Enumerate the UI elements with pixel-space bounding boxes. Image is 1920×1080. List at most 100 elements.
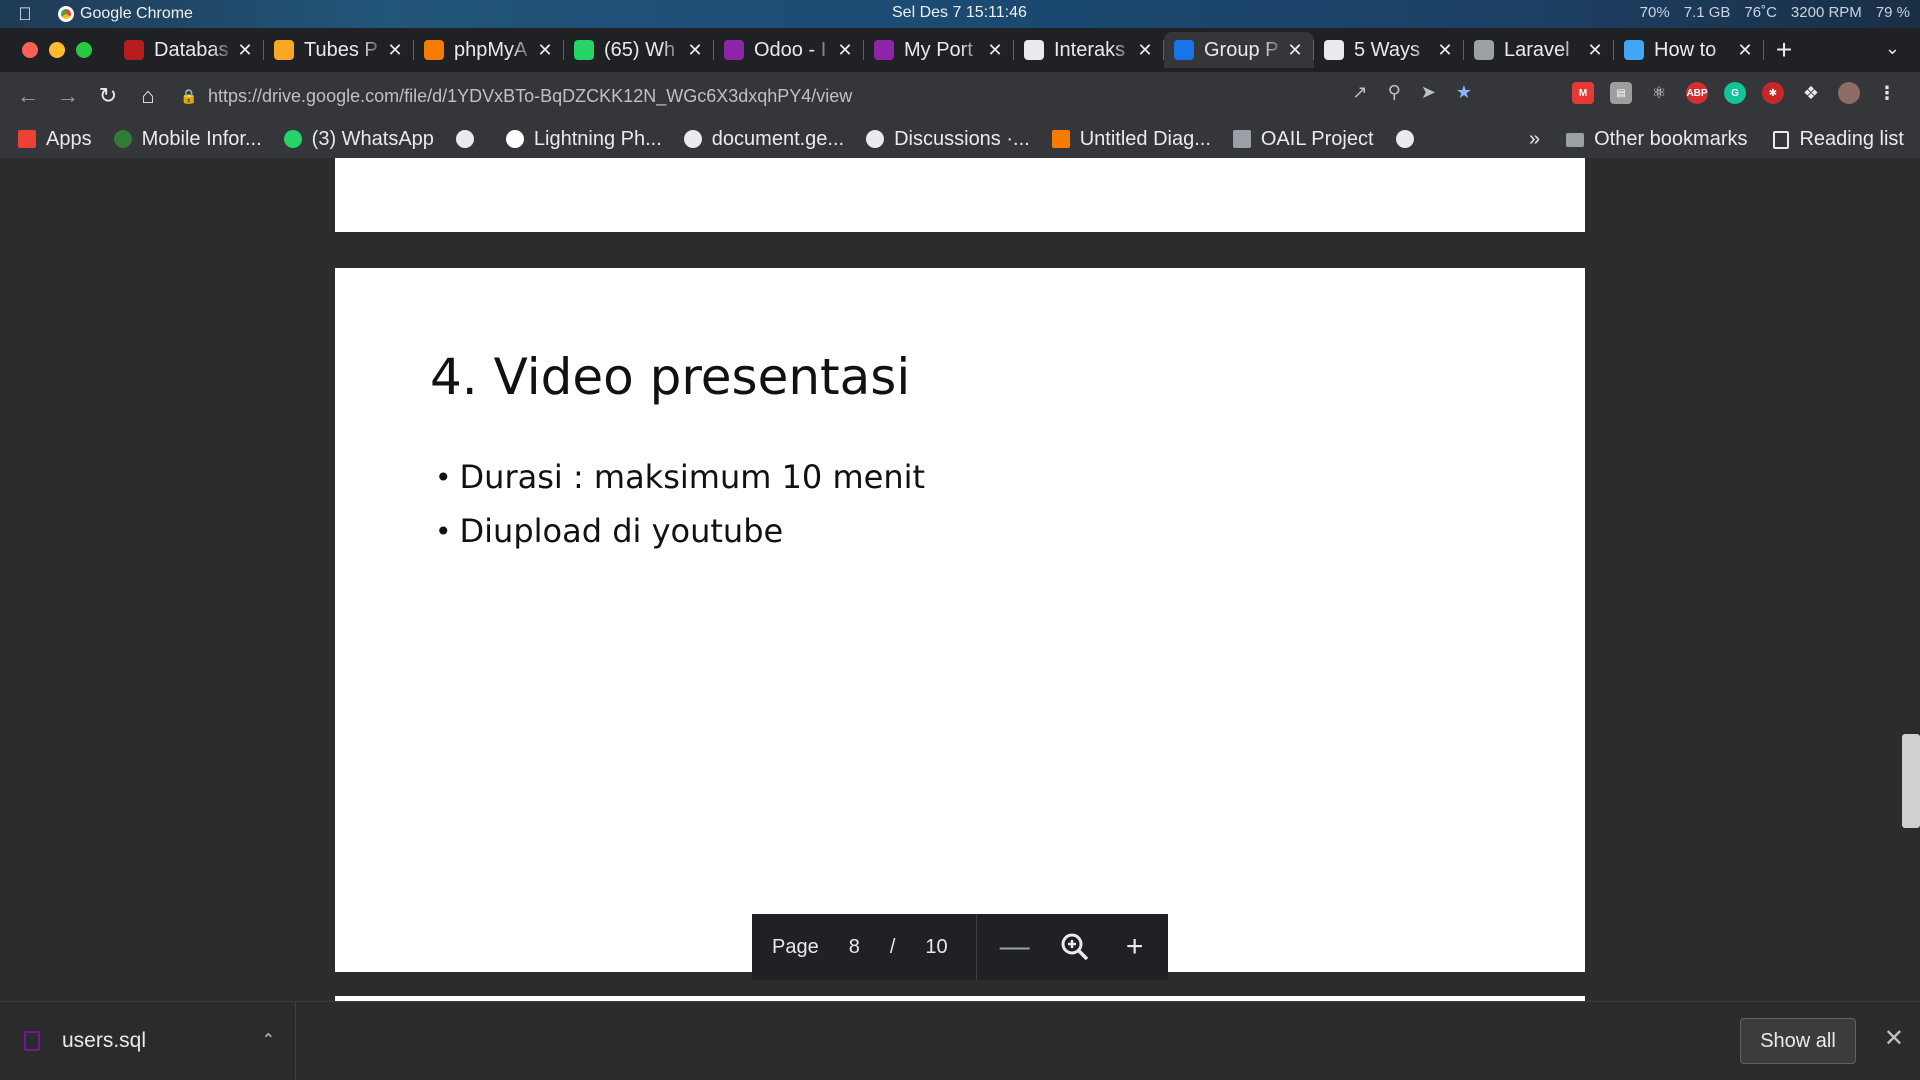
react-devtools-icon[interactable]: ⚛ [1648,82,1670,104]
menubar-status[interactable]: 70% 7.1 GB 76˚C 3200 RPM 79 % [1640,4,1910,21]
tab-title: Databas [154,38,229,61]
apple-icon[interactable]:  [14,3,36,25]
address-bar[interactable]: 🔒 https://drive.google.com/file/d/1YDVxB… [180,76,1420,116]
close-window-button[interactable] [22,42,38,58]
browser-tab[interactable]: Databas ✕ [114,32,264,68]
browser-tab[interactable]: (65) Wh ✕ [564,32,714,68]
reload-button[interactable]: ↻ [88,76,128,116]
download-filename[interactable]: users.sql [62,1029,146,1053]
chevron-up-icon[interactable]: ⌃ [262,1030,275,1050]
globe-icon [866,130,885,148]
bookmark-star-icon[interactable]: ★ [1456,82,1472,103]
more-bookmarks-button[interactable]: » [1529,128,1540,151]
send-icon[interactable]: ➤ [1421,82,1436,103]
home-button[interactable]: ⌂ [128,76,168,116]
download-item[interactable]: users.sql ⌃ [0,1001,296,1080]
browser-tab[interactable]: My Port ✕ [864,32,1014,68]
browser-tab[interactable]: How to ✕ [1614,32,1764,68]
close-icon[interactable]: ✕ [1884,1024,1904,1053]
zoom-reset-button[interactable] [1055,927,1095,967]
adblock-plus-icon[interactable]: ABP [1686,82,1708,104]
bookmarks-bar: Apps Mobile Infor... (3) WhatsApp Lightning… [0,120,1920,158]
browser-tab[interactable]: 5 Ways ✕ [1314,32,1464,68]
bookmark-item[interactable]: (3) WhatsApp [283,128,434,151]
omnibox-actions: ↗ ⚲ ➤ ★ [1352,82,1472,103]
close-tab-icon[interactable]: ✕ [986,40,1004,61]
bookmark-label: Apps [46,127,92,150]
reading-list-label: Reading list [1799,128,1904,150]
folder-icon [1232,130,1251,148]
browser-tab[interactable]: phpMyA ✕ [414,32,564,68]
chrome-menu-icon[interactable]: ⋮ [1876,82,1898,104]
forward-button[interactable]: → [48,76,88,116]
zoom-icon[interactable]: ⚲ [1388,82,1401,103]
close-tab-icon[interactable]: ✕ [686,40,704,61]
bullet-item: • Durasi : maksimum 10 menit [435,458,925,496]
bookmark-item[interactable]: Mobile Infor... [113,128,262,151]
maximize-window-button[interactable] [76,42,92,58]
document-viewer[interactable]: 4. Video presentasi • Durasi : maksimum 1… [0,158,1920,1001]
fan-speed[interactable]: 3200 RPM [1791,4,1862,21]
app-name[interactable]: Google Chrome [58,5,193,23]
temperature[interactable]: 76˚C [1744,4,1777,21]
new-tab-button[interactable]: + [1764,34,1804,66]
tab-search-chevron-icon[interactable]: ⌄ [1885,38,1900,59]
open-external-icon[interactable]: ↗ [1352,82,1367,103]
close-tab-icon[interactable]: ✕ [1436,40,1454,61]
bookmark-item[interactable] [1395,130,1424,148]
laravel-icon [1474,40,1494,60]
tab-list: Databas ✕ Tubes P ✕ phpMyA ✕ (65) Wh ✕ Odoo - I ✕… [114,32,1764,68]
previous-page [335,158,1585,232]
magnifier-icon [1061,933,1088,961]
browser-tab[interactable]: Odoo - I ✕ [714,32,864,68]
close-tab-icon[interactable]: ✕ [386,40,404,61]
current-page: 4. Video presentasi • Durasi : maksimum 1… [335,268,1585,972]
close-tab-icon[interactable]: ✕ [236,40,254,61]
current-page-number[interactable]: 8 [849,936,860,959]
bullet-text: Diupload di youtube [459,512,784,550]
close-tab-icon[interactable]: ✕ [1136,40,1154,61]
close-tab-icon[interactable]: ✕ [1286,40,1304,61]
reading-list[interactable]: Reading list [1773,128,1904,151]
menubar-clock[interactable]: Sel Des 7 15:11:46 [892,4,1027,22]
mendeley-extension-icon[interactable]: M [1572,82,1594,104]
close-tab-icon[interactable]: ✕ [1736,40,1754,61]
close-tab-icon[interactable]: ✕ [536,40,554,61]
bookmark-item[interactable] [455,130,484,148]
lock-icon[interactable]: 🔒 [180,88,198,105]
close-tab-icon[interactable]: ✕ [1586,40,1604,61]
close-tab-icon[interactable]: ✕ [836,40,854,61]
whatsapp-icon [283,130,302,148]
battery[interactable]: 79 % [1876,4,1910,21]
browser-tab[interactable]: Tubes P ✕ [264,32,414,68]
show-all-button[interactable]: Show all [1740,1018,1856,1064]
profile-avatar[interactable] [1838,82,1860,104]
browser-tab[interactable]: Interaks ✕ [1014,32,1164,68]
memory-usage[interactable]: 7.1 GB [1684,4,1731,21]
minimize-window-button[interactable] [49,42,65,58]
scrollbar-thumb[interactable] [1902,734,1920,828]
phpmyadmin-icon [424,40,444,60]
bookmark-item[interactable]: document.ge... [683,128,844,151]
bookmark-item[interactable]: Lightning Ph... [505,128,662,151]
grammarly-icon[interactable]: G [1724,82,1746,104]
os-menubar:  Google Chrome Sel Des 7 15:11:46 70% 7… [0,0,1920,28]
other-bookmarks[interactable]: Other bookmarks [1566,128,1747,151]
zoom-in-button[interactable]: + [1115,927,1155,967]
browser-toolbar: ← → ↻ ⌂ 🔒 https://drive.google.com/file/… [0,72,1920,120]
url-text[interactable]: https://drive.google.com/file/d/1YDVxBTo… [208,86,852,107]
extensions-puzzle-icon[interactable]: ❖ [1800,82,1822,104]
extension-red-icon[interactable]: ✱ [1762,82,1784,104]
back-button[interactable]: ← [8,76,48,116]
bookmark-item[interactable]: Apps [18,128,92,151]
cpu-usage[interactable]: 70% [1640,4,1670,21]
google-icon [505,130,524,148]
bookmark-item[interactable]: Discussions ·... [866,128,1030,151]
download-shelf: users.sql ⌃ Show all ✕ [0,1001,1920,1080]
zoom-out-button[interactable]: — [995,927,1035,967]
doc-extension-icon[interactable]: ▤ [1610,82,1632,104]
browser-tab[interactable]: Laravel ✕ [1464,32,1614,68]
bookmark-item[interactable]: OAIL Project [1232,128,1374,151]
browser-tab[interactable]: Group P ✕ [1164,32,1314,68]
bookmark-item[interactable]: Untitled Diag... [1051,128,1211,151]
